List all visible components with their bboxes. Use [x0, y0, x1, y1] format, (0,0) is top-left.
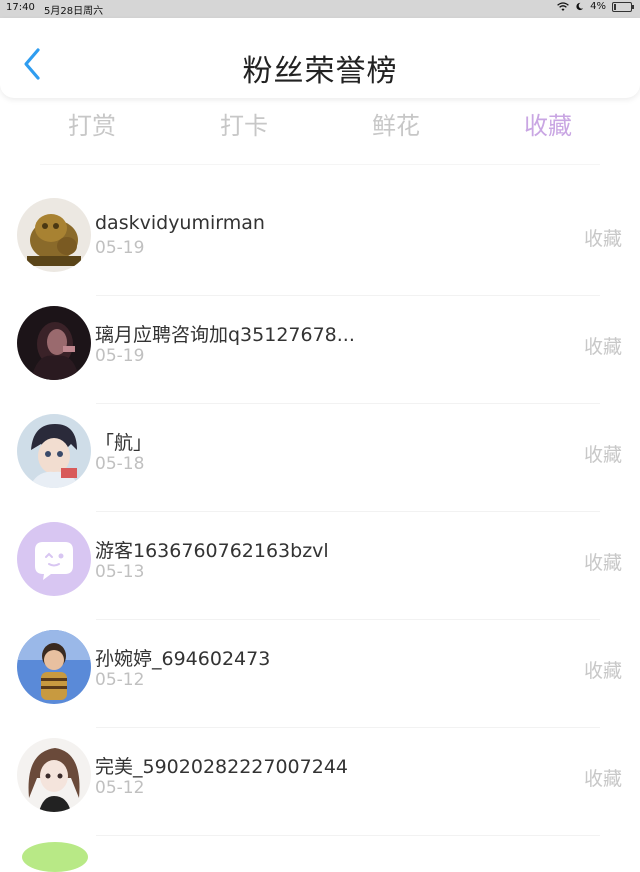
user-name: 孙婉婷_694602473: [95, 648, 271, 670]
tab-favorites[interactable]: 收藏: [488, 106, 608, 141]
user-name: 完美_59020282227007244: [95, 756, 349, 778]
divider: [96, 835, 600, 836]
wifi-icon: [557, 1, 569, 11]
list-date: 05-13: [95, 562, 145, 582]
status-date: 5月28日周六: [44, 6, 104, 17]
action-label: 收藏: [583, 228, 622, 250]
action-label: 收藏: [583, 336, 622, 358]
list-date: 05-19: [95, 238, 145, 258]
user-name: 「航」: [95, 432, 153, 454]
list-item[interactable]: 游客1636760762163bzvl 05-13 收藏: [0, 512, 640, 620]
anime-character-avatar: [17, 414, 91, 488]
list-item[interactable]: 完美_59020282227007244 05-12 收藏: [0, 728, 640, 836]
user-name: daskvidyumirman: [95, 212, 265, 234]
header-bar: 粉丝荣誉榜: [0, 18, 640, 98]
status-time: 17:40: [6, 2, 35, 13]
battery-percent: 4%: [590, 1, 606, 12]
action-label: 收藏: [583, 660, 622, 682]
list-item[interactable]: daskvidyumirman 05-19 收藏: [0, 188, 640, 296]
do-not-disturb-moon-icon: [576, 2, 584, 11]
list-date: 05-18: [95, 454, 145, 474]
action-label: 收藏: [583, 552, 622, 574]
divider: [40, 164, 600, 165]
default-chat-bubble-avatar: [17, 522, 91, 596]
page-title: 粉丝荣誉榜: [242, 54, 398, 89]
category-tabs: 打赏 打卡 鲜花 收藏: [0, 100, 640, 144]
status-bar: 17:40 5月28日周六 4%: [0, 0, 640, 18]
lion-figurine-avatar: [17, 198, 91, 272]
tab-flowers[interactable]: 鲜花: [336, 106, 456, 141]
child-photo-avatar: [17, 630, 91, 704]
tab-checkin[interactable]: 打卡: [184, 106, 304, 141]
anime-girl-avatar: [17, 738, 91, 812]
tab-reward[interactable]: 打赏: [32, 106, 152, 141]
avatar: [22, 842, 88, 872]
list-date: 05-19: [95, 346, 145, 366]
user-name: 游客1636760762163bzvl: [95, 540, 329, 562]
list-item[interactable]: 璃月应聘咨询加q35127678... 05-19 收藏: [0, 296, 640, 404]
user-name: 璃月应聘咨询加q35127678...: [95, 324, 355, 346]
dark-photo-avatar: [17, 306, 91, 380]
list-item[interactable]: 「航」 05-18 收藏: [0, 404, 640, 512]
action-label: 收藏: [583, 444, 622, 466]
status-indicators: 4%: [557, 1, 634, 12]
list-item[interactable]: 孙婉婷_694602473 05-12 收藏: [0, 620, 640, 728]
action-label: 收藏: [583, 768, 622, 790]
list-date: 05-12: [95, 778, 145, 798]
list-date: 05-12: [95, 670, 145, 690]
battery-icon: [612, 1, 634, 12]
